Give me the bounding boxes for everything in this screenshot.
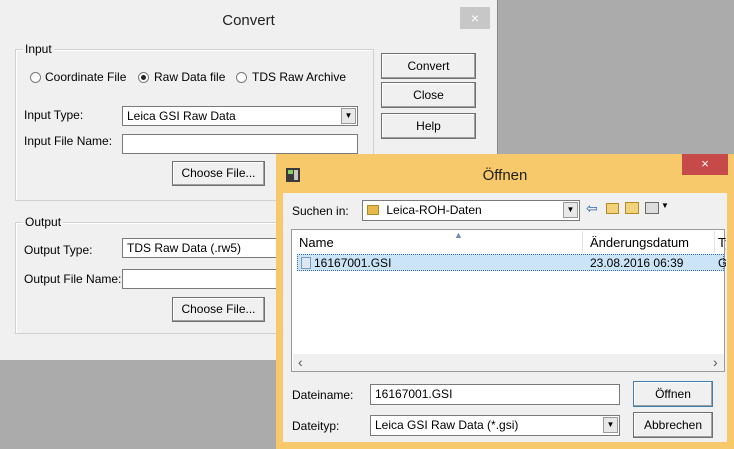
cancel-button[interactable]: Abbrechen	[633, 412, 713, 438]
view-menu-arrow-icon[interactable]: ▼	[661, 201, 669, 210]
radio-coordinate-file[interactable]	[30, 72, 41, 83]
output-type-value: TDS Raw Data (.rw5)	[127, 241, 242, 255]
lookin-label: Suchen in:	[292, 204, 349, 218]
column-type[interactable]: Ty	[718, 235, 726, 250]
chevron-down-icon[interactable]: ▼	[603, 417, 618, 433]
chevron-down-icon[interactable]: ▼	[563, 202, 578, 218]
chevron-down-icon[interactable]: ▼	[341, 108, 356, 124]
input-type-value: Leica GSI Raw Data	[127, 109, 236, 123]
convert-title: Convert	[222, 12, 275, 29]
radio-tds-label: TDS Raw Archive	[252, 70, 347, 84]
file-date: 23.08.2016 06:39	[590, 256, 684, 270]
choose-output-file-button[interactable]: Choose File...	[172, 297, 265, 322]
scroll-right-icon[interactable]: ›	[713, 354, 718, 370]
radio-tds-raw-archive[interactable]	[236, 72, 247, 83]
lookin-select[interactable]: Leica-ROH-Daten ▼	[362, 200, 580, 221]
folder-icon	[367, 205, 379, 215]
open-dialog-title: Öffnen	[482, 167, 528, 184]
radio-coordinate-label: Coordinate File	[45, 70, 127, 84]
column-name[interactable]: Name	[299, 235, 334, 250]
up-folder-icon[interactable]	[606, 203, 619, 214]
open-close-button[interactable]: ×	[682, 154, 728, 175]
file-icon	[301, 257, 311, 269]
filetype-value: Leica GSI Raw Data (*.gsi)	[375, 418, 519, 432]
input-file-label: Input File Name:	[24, 134, 113, 148]
input-file-field[interactable]	[122, 134, 358, 154]
file-type: G!	[718, 256, 726, 270]
filename-label: Dateiname:	[292, 388, 354, 402]
input-group-label: Input	[23, 42, 54, 56]
file-list[interactable]: Name ▲ Änderungsdatum Ty 16167001.GSI 23…	[291, 229, 726, 372]
choose-input-file-button[interactable]: Choose File...	[172, 161, 265, 186]
open-dialog: Öffnen × Suchen in: Leica-ROH-Daten ▼ ⇦ …	[276, 154, 734, 449]
view-menu-icon[interactable]	[645, 202, 659, 214]
output-group-label: Output	[23, 215, 64, 229]
input-type-label: Input Type:	[24, 108, 84, 122]
input-type-select[interactable]: Leica GSI Raw Data ▼	[122, 106, 358, 126]
output-file-label: Output File Name:	[24, 272, 122, 286]
filetype-select[interactable]: Leica GSI Raw Data (*.gsi) ▼	[370, 415, 620, 436]
output-type-label: Output Type:	[24, 243, 93, 257]
back-icon[interactable]: ⇦	[586, 200, 602, 218]
file-row[interactable]: 16167001.GSI 23.08.2016 06:39 G!	[297, 254, 726, 271]
scroll-left-icon[interactable]: ‹	[298, 354, 303, 370]
open-dialog-body: Suchen in: Leica-ROH-Daten ▼ ⇦ ▼ Name ▲ …	[283, 193, 727, 442]
filename-input[interactable]: 16167001.GSI	[370, 384, 620, 405]
file-name: 16167001.GSI	[314, 256, 392, 270]
horizontal-scrollbar[interactable]: ‹ ›	[293, 354, 724, 371]
close-button[interactable]: Close	[381, 82, 476, 108]
column-divider[interactable]	[714, 231, 715, 253]
open-button[interactable]: Öffnen	[633, 381, 713, 407]
help-button[interactable]: Help	[381, 113, 476, 139]
convert-close-button[interactable]: ×	[460, 7, 490, 29]
column-divider[interactable]	[582, 231, 583, 253]
new-folder-icon[interactable]	[625, 202, 639, 214]
lookin-value: Leica-ROH-Daten	[386, 203, 482, 217]
convert-button[interactable]: Convert	[381, 53, 476, 79]
radio-raw-data-file[interactable]	[138, 72, 149, 83]
sort-indicator-icon: ▲	[454, 230, 463, 240]
filename-value: 16167001.GSI	[375, 387, 453, 401]
column-date[interactable]: Änderungsdatum	[590, 235, 689, 250]
radio-raw-label: Raw Data file	[154, 70, 226, 84]
filetype-label: Dateityp:	[292, 419, 340, 433]
